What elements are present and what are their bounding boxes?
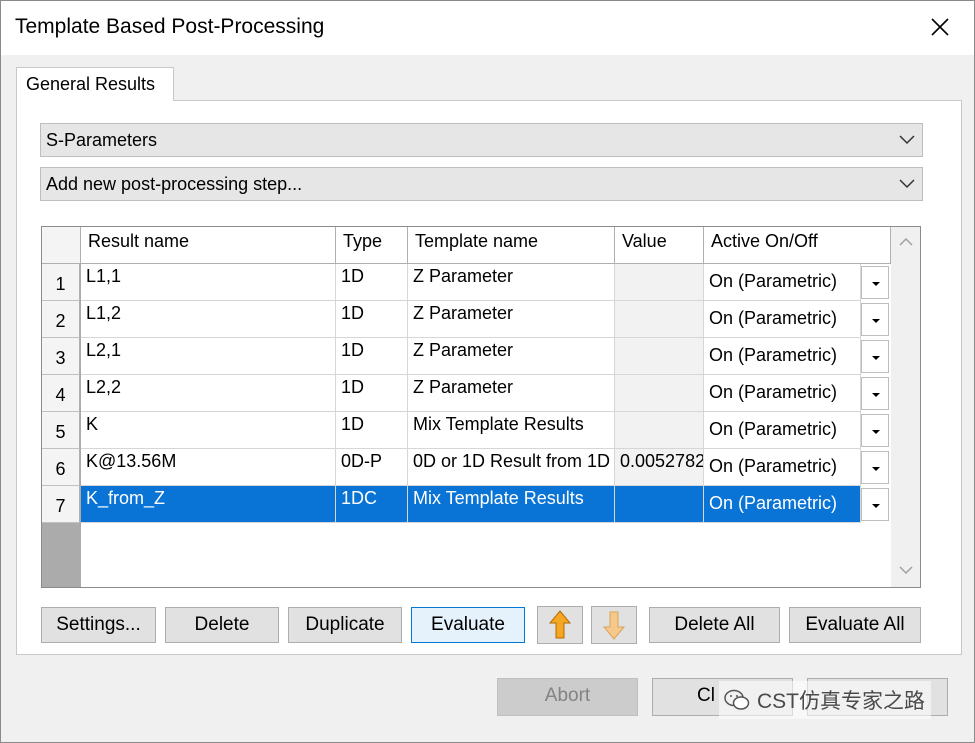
cell-template-name[interactable]: Z Parameter bbox=[408, 301, 615, 338]
column-header-value[interactable]: Value bbox=[615, 227, 704, 264]
row-number[interactable]: 6 bbox=[42, 449, 80, 486]
cell-template-name[interactable]: Z Parameter bbox=[408, 264, 615, 301]
active-dropdown-button[interactable] bbox=[861, 451, 889, 484]
column-header-type[interactable]: Type bbox=[336, 227, 408, 264]
cell-result-name[interactable]: L1,1 bbox=[81, 264, 336, 301]
duplicate-button[interactable]: Duplicate bbox=[288, 607, 402, 643]
cell-value[interactable] bbox=[615, 486, 704, 523]
cell-template-name[interactable]: 0D or 1D Result from 1D bbox=[408, 449, 615, 486]
cell-value[interactable] bbox=[615, 338, 704, 375]
cell-active[interactable]: On (Parametric) bbox=[704, 449, 861, 486]
move-down-button[interactable] bbox=[591, 606, 637, 644]
results-table: Result name Type Template name Value Act… bbox=[41, 226, 921, 588]
cell-active[interactable]: On (Parametric) bbox=[704, 486, 861, 523]
cell-value[interactable] bbox=[615, 375, 704, 412]
column-header-template-name[interactable]: Template name bbox=[408, 227, 615, 264]
scroll-down-icon[interactable] bbox=[898, 564, 914, 576]
active-dropdown-button[interactable] bbox=[861, 414, 889, 447]
active-dropdown-button[interactable] bbox=[861, 266, 889, 299]
evaluate-all-button[interactable]: Evaluate All bbox=[789, 607, 921, 643]
cell-value[interactable]: 0.0052782 bbox=[615, 449, 704, 486]
vertical-scrollbar[interactable] bbox=[891, 227, 920, 587]
delete-all-button[interactable]: Delete All bbox=[649, 607, 780, 643]
dropdown-arrow-icon bbox=[872, 319, 880, 323]
delete-button[interactable]: Delete bbox=[165, 607, 279, 643]
chevron-down-icon bbox=[899, 179, 915, 189]
dropdown-arrow-icon bbox=[872, 393, 880, 397]
cell-value[interactable] bbox=[615, 412, 704, 449]
dialog-window: Template Based Post-Processing General R… bbox=[0, 0, 975, 743]
row-number[interactable]: 4 bbox=[42, 375, 80, 412]
table-corner bbox=[42, 227, 81, 264]
cell-value[interactable] bbox=[615, 264, 704, 301]
column-header-result-name[interactable]: Result name bbox=[81, 227, 336, 264]
cell-template-name[interactable]: Mix Template Results bbox=[408, 486, 615, 523]
scroll-up-icon[interactable] bbox=[898, 236, 914, 248]
cell-type[interactable]: 1DC bbox=[336, 486, 408, 523]
settings-button[interactable]: Settings... bbox=[41, 607, 156, 643]
evaluate-button[interactable]: Evaluate bbox=[411, 607, 525, 643]
cell-result-name[interactable]: L1,2 bbox=[81, 301, 336, 338]
dropdown-arrow-icon bbox=[872, 467, 880, 471]
watermark: CST仿真专家之路 bbox=[719, 681, 931, 719]
arrow-down-icon bbox=[602, 611, 626, 640]
dropdown-arrow-icon bbox=[872, 282, 880, 286]
post-processing-step-select[interactable]: Add new post-processing step... bbox=[40, 167, 923, 201]
cell-active[interactable]: On (Parametric) bbox=[704, 412, 861, 449]
dropdown-arrow-icon bbox=[872, 430, 880, 434]
cell-result-name[interactable]: L2,1 bbox=[81, 338, 336, 375]
wechat-icon bbox=[724, 689, 750, 710]
abort-button[interactable]: Abort bbox=[497, 678, 638, 716]
cell-result-name[interactable]: L2,2 bbox=[81, 375, 336, 412]
active-dropdown-button[interactable] bbox=[861, 303, 889, 336]
dialog-title: Template Based Post-Processing bbox=[15, 15, 325, 38]
tab-general-results[interactable]: General Results bbox=[16, 67, 174, 101]
row-number[interactable]: 7 bbox=[42, 486, 80, 523]
step-select-value: Add new post-processing step... bbox=[46, 174, 303, 194]
active-dropdown-button[interactable] bbox=[861, 340, 889, 373]
cell-active[interactable]: On (Parametric) bbox=[704, 301, 861, 338]
result-type-value: S-Parameters bbox=[46, 130, 158, 150]
dropdown-arrow-icon bbox=[872, 356, 880, 360]
move-up-button[interactable] bbox=[537, 606, 583, 644]
row-number[interactable]: 5 bbox=[42, 412, 80, 449]
close-icon[interactable] bbox=[926, 13, 954, 41]
watermark-text: CST仿真专家之路 bbox=[757, 690, 925, 713]
cell-type[interactable]: 1D bbox=[336, 412, 408, 449]
cell-template-name[interactable]: Mix Template Results bbox=[408, 412, 615, 449]
cell-active[interactable]: On (Parametric) bbox=[704, 338, 861, 375]
chevron-down-icon bbox=[899, 135, 915, 145]
cell-result-name[interactable]: K bbox=[81, 412, 336, 449]
dropdown-arrow-icon bbox=[872, 504, 880, 508]
cell-template-name[interactable]: Z Parameter bbox=[408, 375, 615, 412]
active-dropdown-button[interactable] bbox=[861, 377, 889, 410]
cell-active[interactable]: On (Parametric) bbox=[704, 264, 861, 301]
cell-result-name[interactable]: K_from_Z bbox=[81, 486, 336, 523]
cell-type[interactable]: 0D-P bbox=[336, 449, 408, 486]
cell-type[interactable]: 1D bbox=[336, 338, 408, 375]
row-number[interactable]: 3 bbox=[42, 338, 80, 375]
cell-result-name[interactable]: K@13.56M bbox=[81, 449, 336, 486]
cell-template-name[interactable]: Z Parameter bbox=[408, 338, 615, 375]
title-bar: Template Based Post-Processing bbox=[1, 1, 974, 55]
arrow-up-icon bbox=[548, 610, 572, 639]
cell-value[interactable] bbox=[615, 301, 704, 338]
active-dropdown-button[interactable] bbox=[861, 488, 889, 521]
cell-type[interactable]: 1D bbox=[336, 301, 408, 338]
row-number[interactable]: 2 bbox=[42, 301, 80, 338]
cell-type[interactable]: 1D bbox=[336, 264, 408, 301]
result-type-select[interactable]: S-Parameters bbox=[40, 123, 923, 157]
cell-type[interactable]: 1D bbox=[336, 375, 408, 412]
row-number[interactable]: 1 bbox=[42, 264, 80, 301]
column-header-active[interactable]: Active On/Off bbox=[704, 227, 891, 264]
cell-active[interactable]: On (Parametric) bbox=[704, 375, 861, 412]
